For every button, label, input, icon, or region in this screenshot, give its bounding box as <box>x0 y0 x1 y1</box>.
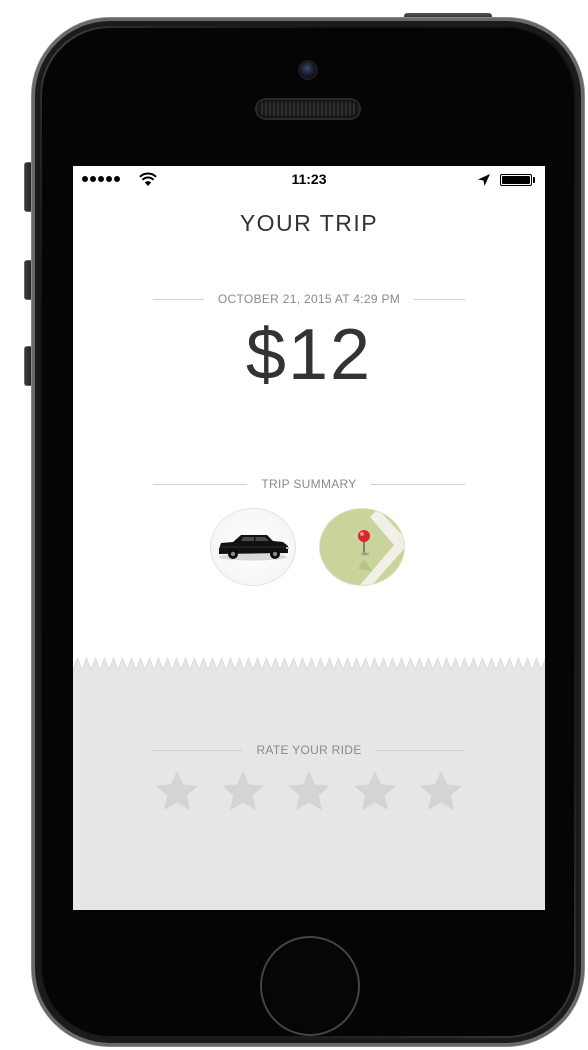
star-icon[interactable] <box>285 768 333 816</box>
trip-date-divider: OCTOBER 21, 2015 AT 4:29 PM <box>153 292 466 306</box>
rate-ride-label: RATE YOUR RIDE <box>256 743 362 757</box>
map-pin-icon <box>320 509 404 585</box>
front-camera <box>300 62 316 78</box>
car-icon <box>219 535 289 561</box>
star-icon[interactable] <box>351 768 399 816</box>
star-icon[interactable] <box>153 768 201 816</box>
trip-summary-label: TRIP SUMMARY <box>261 477 357 491</box>
trip-date: OCTOBER 21, 2015 AT 4:29 PM <box>217 292 401 306</box>
status-bar: 11:23 <box>73 166 545 194</box>
page-title: YOUR TRIP <box>239 210 379 236</box>
star-rating <box>153 768 465 816</box>
device-mockup: 11:23 YOUR TRIP OCTOBER 21, 2015 AT 4:29… <box>0 0 588 1050</box>
earpiece-speaker <box>257 100 359 118</box>
battery-tip <box>533 177 535 183</box>
status-time: 11:23 <box>291 171 327 187</box>
star-icon[interactable] <box>219 768 267 816</box>
trip-summary-divider: TRIP SUMMARY <box>153 477 466 491</box>
battery-icon <box>500 174 532 186</box>
trip-fare: $12 <box>245 315 373 395</box>
phone-screen: 11:23 YOUR TRIP OCTOBER 21, 2015 AT 4:29… <box>73 166 545 910</box>
vehicle-thumbnail[interactable] <box>211 509 295 585</box>
star-icon[interactable] <box>417 768 465 816</box>
home-button[interactable] <box>260 936 360 1036</box>
route-map-thumbnail[interactable] <box>320 509 404 585</box>
receipt-tear-edge <box>73 656 545 674</box>
location-arrow-icon <box>478 174 490 186</box>
rate-ride-divider: RATE YOUR RIDE <box>153 743 466 757</box>
